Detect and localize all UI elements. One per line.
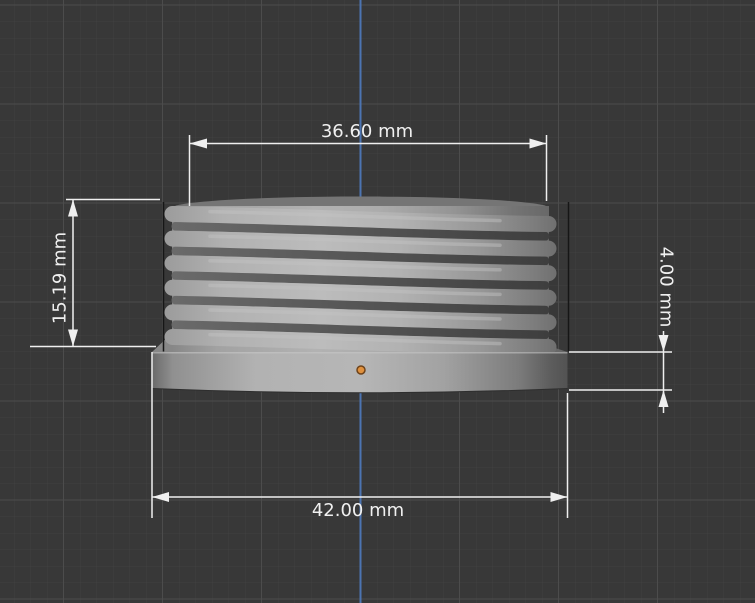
threaded-part[interactable]	[151, 196, 570, 394]
dimension-label-flange-thickness[interactable]: 4.00 mm	[656, 247, 677, 328]
dimension-label-flange-diameter[interactable]: 42.00 mm	[312, 500, 404, 521]
viewport-canvas: 36.60 mm 15.19 mm 4.00 mm 42.00 mm	[0, 0, 755, 603]
cad-viewport[interactable]: 36.60 mm 15.19 mm 4.00 mm 42.00 mm	[0, 0, 755, 603]
dimension-label-thread-diameter[interactable]: 36.60 mm	[321, 121, 413, 142]
origin-point[interactable]	[356, 365, 366, 375]
dimension-label-total-height[interactable]: 15.19 mm	[50, 232, 71, 324]
